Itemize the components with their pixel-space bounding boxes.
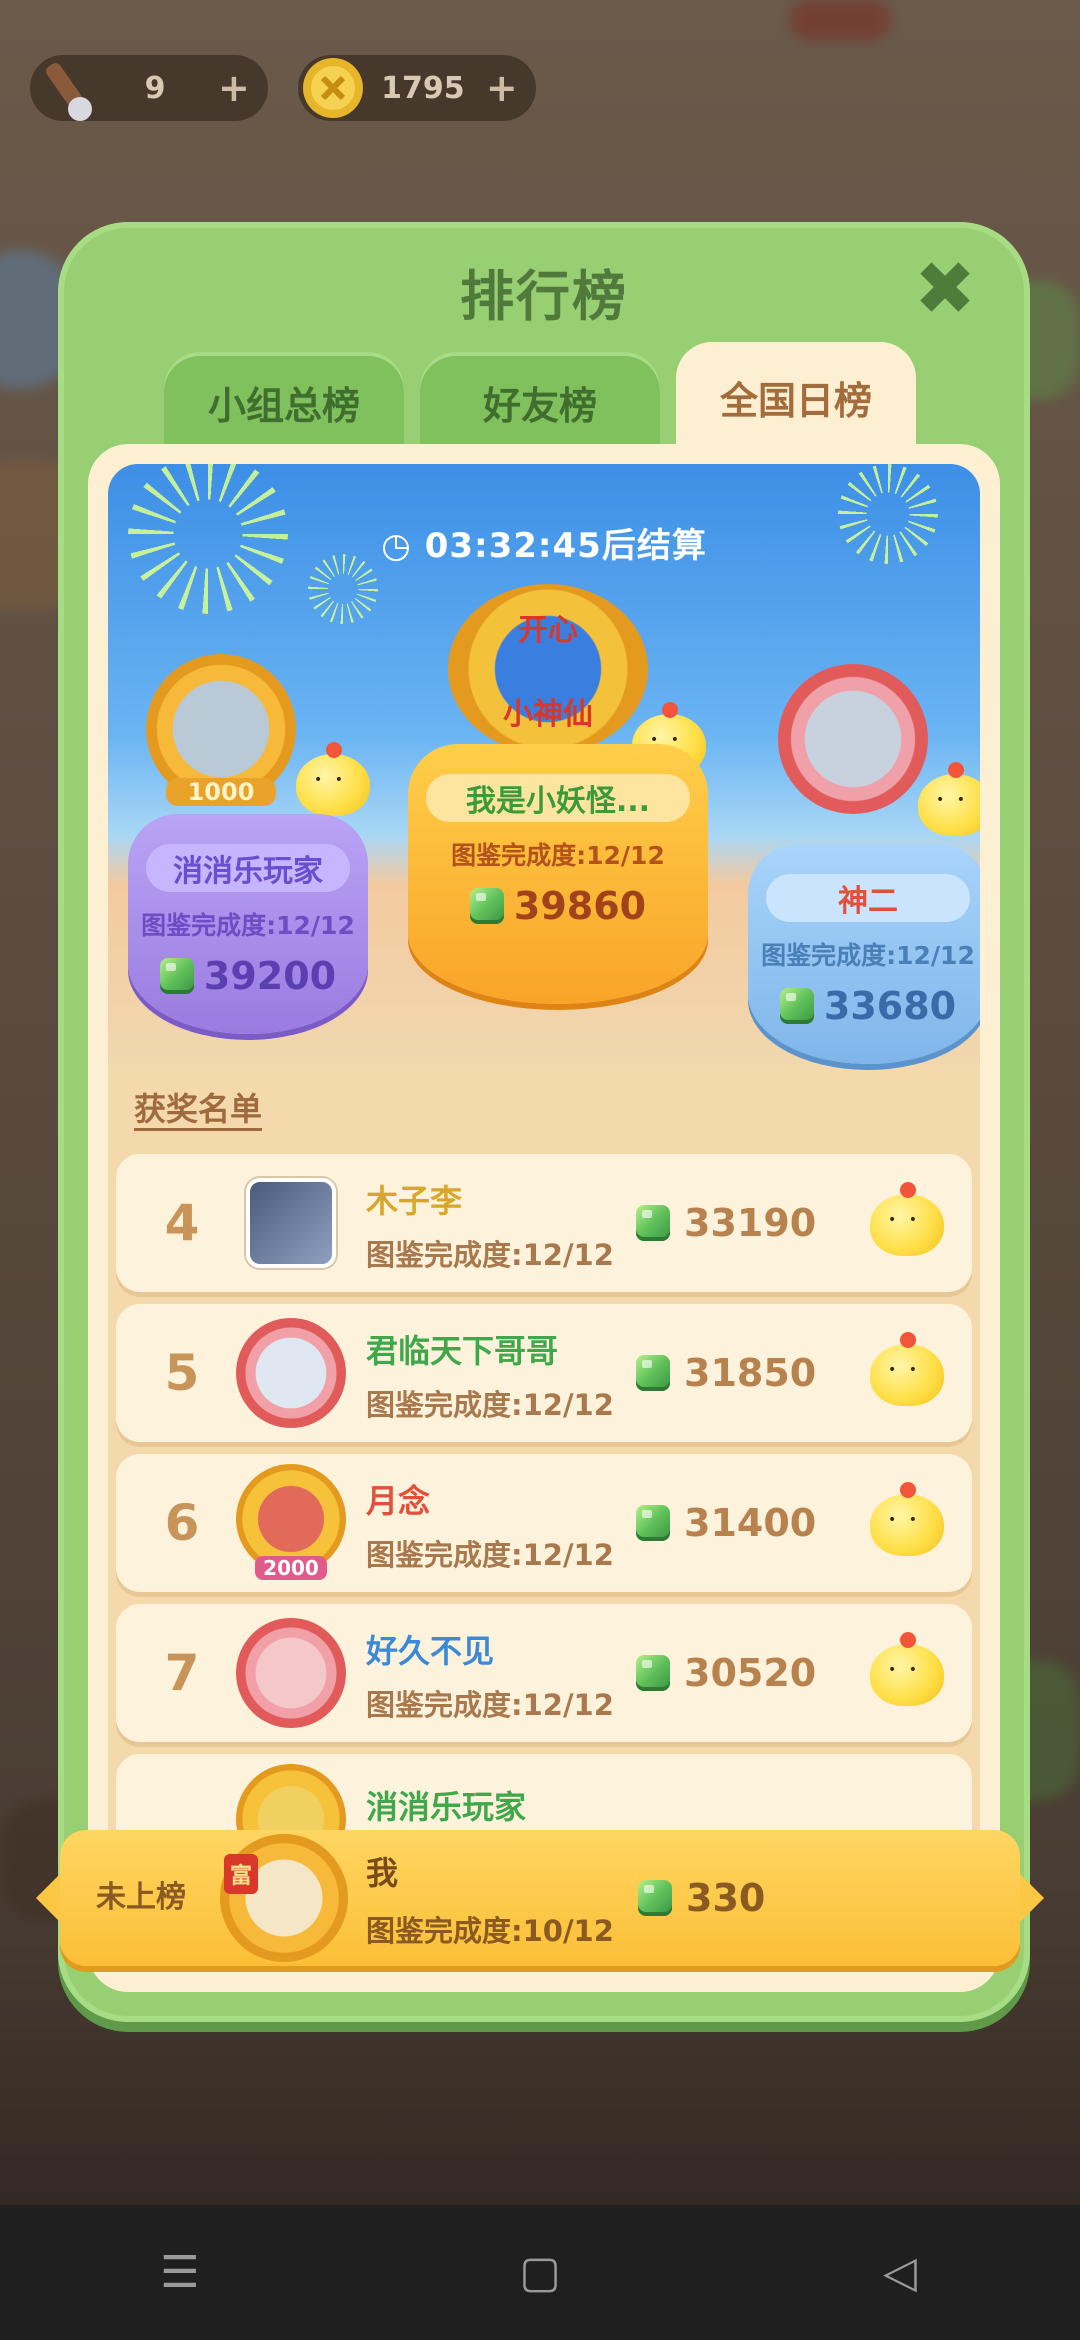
collection-progress: 图鉴完成度:12/12: [366, 1388, 614, 1422]
menu-icon[interactable]: ☰: [140, 2233, 220, 2313]
tab-national-daily[interactable]: 全国日榜: [676, 342, 916, 452]
close-icon[interactable]: ✖: [908, 252, 982, 326]
avatar: 2000: [236, 1464, 346, 1580]
countdown-timer: ◷ 03:32:45后结算: [381, 526, 707, 566]
podium-third[interactable]: 神二 图鉴完成度:12/12 33680: [748, 664, 980, 1064]
avatar-frame-badge: 1000: [166, 778, 276, 806]
score: 31400: [636, 1454, 816, 1592]
collection-progress: 图鉴完成度:12/12: [366, 1238, 614, 1272]
gem-icon: [779, 988, 814, 1024]
rank-number: 6: [164, 1494, 200, 1552]
chick-icon[interactable]: [870, 1482, 944, 1556]
score: 31850: [636, 1304, 816, 1442]
gem-icon: [636, 1205, 670, 1241]
score: 30520: [636, 1604, 816, 1742]
gem-icon: [636, 1655, 670, 1691]
tab-friends[interactable]: 好友榜: [420, 352, 660, 452]
score: 39200: [128, 954, 368, 998]
my-rank-status: 未上榜: [96, 1880, 186, 1915]
collection-progress: 图鉴完成度:12/12: [366, 1538, 614, 1572]
avatar: [236, 1318, 346, 1428]
score: 39860: [408, 884, 708, 928]
podium-second[interactable]: 1000 消消乐玩家 图鉴完成度:12/12 39200: [128, 654, 370, 1034]
score: 33680: [748, 984, 980, 1028]
avatar: [236, 1618, 346, 1728]
player-name: 消消乐玩家: [366, 1788, 527, 1826]
list-item[interactable]: 6 2000 月念 图鉴完成度:12/12 31400: [116, 1454, 972, 1592]
my-score: 330: [638, 1830, 765, 1966]
add-torch-button[interactable]: +: [218, 66, 250, 110]
rank-number: 5: [164, 1344, 200, 1402]
chick-icon: [918, 762, 980, 836]
resource-bar: 9 + 1795 +: [30, 55, 536, 121]
player-name: 木子李: [366, 1182, 463, 1220]
avatar: 1000: [146, 654, 296, 806]
emblem-text: 开心: [518, 613, 578, 648]
awards-list-label[interactable]: 获奖名单: [134, 1084, 262, 1130]
coin-counter: 1795 +: [297, 55, 536, 121]
list-item[interactable]: 4 木子李 图鉴完成度:12/12 33190: [116, 1154, 972, 1292]
podium-first[interactable]: 开心 小神仙 我是小妖怪... 图鉴完成度:12/12 39860: [408, 584, 708, 1004]
torch-icon: [26, 49, 104, 127]
gem-icon: [636, 1505, 670, 1541]
leaderboard-modal: 排行榜 ✖ 小组总榜 好友榜 全国日榜 ◷ 03:32:45后结算 1000 •…: [58, 222, 1030, 2022]
gem-icon: [638, 1880, 672, 1916]
list-item[interactable]: 5 君临天下哥哥 图鉴完成度:12/12 31850: [116, 1304, 972, 1442]
gem-icon: [469, 888, 504, 924]
fortune-badge: 富: [224, 1854, 259, 1894]
clock-icon: ◷: [381, 526, 412, 566]
modal-title: 排行榜: [460, 265, 628, 328]
rank-list: 4 木子李 图鉴完成度:12/12 33190 5 君临天下哥哥 图鉴完成度:1…: [116, 1154, 972, 1904]
collection-progress: 图鉴完成度:12/12: [761, 941, 975, 970]
leaderboard-content[interactable]: ◷ 03:32:45后结算 1000 消消乐玩家 图鉴完成度:12/12 392…: [108, 464, 980, 1972]
player-name: 君临天下哥哥: [366, 1332, 559, 1370]
add-coin-button[interactable]: +: [486, 66, 518, 110]
emblem-badge: 开心 小神仙: [448, 584, 648, 754]
list-item[interactable]: 7 好久不见 图鉴完成度:12/12 30520: [116, 1604, 972, 1742]
player-name: 我是小妖怪...: [426, 774, 690, 822]
player-name: 好久不见: [366, 1632, 495, 1670]
avatar: [778, 664, 928, 814]
my-rank-row[interactable]: 未上榜 富 我 图鉴完成度:10/12 330: [36, 1830, 1044, 1966]
chick-icon[interactable]: [870, 1632, 944, 1706]
rank-number: 4: [164, 1194, 200, 1252]
player-name: 月念: [366, 1482, 431, 1520]
leaderboard-panel: ◷ 03:32:45后结算 1000 消消乐玩家 图鉴完成度:12/12 392…: [88, 444, 1000, 1992]
system-nav-bar: ☰ ▢ ◁: [0, 2205, 1080, 2340]
my-avatar: 富: [220, 1834, 348, 1962]
gem-icon: [159, 958, 194, 994]
chick-icon[interactable]: [870, 1332, 944, 1406]
avatar-frame-badge: 2000: [255, 1556, 327, 1580]
collection-progress: 图鉴完成度:12/12: [451, 841, 665, 870]
emblem-text: 小神仙: [503, 697, 593, 732]
avatar: [246, 1178, 336, 1268]
my-collection-progress: 图鉴完成度:10/12: [366, 1914, 614, 1948]
chick-icon: [296, 742, 370, 816]
home-icon[interactable]: ▢: [500, 2233, 580, 2313]
player-name: 神二: [766, 874, 970, 922]
podium: ◷ 03:32:45后结算 1000 消消乐玩家 图鉴完成度:12/12 392…: [108, 464, 980, 1064]
back-icon[interactable]: ◁: [860, 2233, 940, 2313]
chick-icon[interactable]: [870, 1182, 944, 1256]
torch-counter: 9 +: [30, 55, 268, 121]
collection-progress: 图鉴完成度:12/12: [366, 1688, 614, 1722]
rank-number: 7: [164, 1644, 200, 1702]
tab-bar: 小组总榜 好友榜 全国日榜: [164, 342, 916, 452]
player-name: 消消乐玩家: [146, 844, 350, 892]
score: 33190: [636, 1154, 816, 1292]
my-name: 我: [366, 1854, 399, 1892]
collection-progress: 图鉴完成度:12/12: [141, 911, 355, 940]
gem-icon: [636, 1355, 670, 1391]
tab-group-total[interactable]: 小组总榜: [164, 352, 404, 452]
coin-icon: [294, 49, 372, 127]
